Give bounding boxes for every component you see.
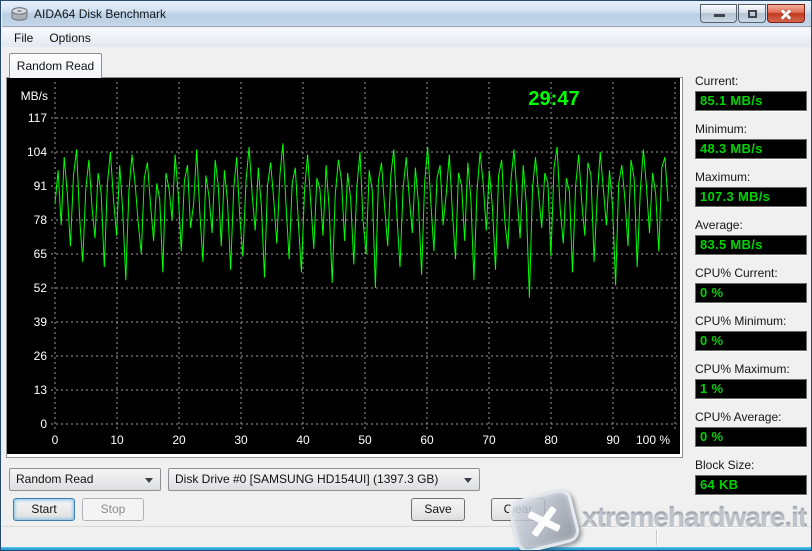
minimize-icon <box>714 14 725 17</box>
svg-text:30: 30 <box>234 433 248 447</box>
title-bar[interactable]: AIDA64 Disk Benchmark <box>2 1 811 27</box>
stat-value: 64 KB <box>695 475 807 495</box>
maximize-button[interactable] <box>738 4 766 23</box>
svg-text:70: 70 <box>482 433 496 447</box>
stat-value: 0 % <box>695 331 807 351</box>
chart-panel: 117 104 91 78 65 52 39 26 13 0 MB/s 0 10 20 30 40 50 60 70… <box>6 77 683 458</box>
window-bottom-edge <box>1 547 811 550</box>
start-button[interactable]: Start <box>13 498 75 521</box>
svg-text:MB/s: MB/s <box>21 89 48 103</box>
svg-text:60: 60 <box>420 433 434 447</box>
stat-label: CPU% Current: <box>695 266 807 280</box>
close-icon <box>781 9 792 20</box>
svg-text:13: 13 <box>34 383 48 397</box>
stat-maximum: Maximum: 107.3 MB/s <box>695 170 807 207</box>
stat-minimum: Minimum: 48.3 MB/s <box>695 122 807 159</box>
svg-text:40: 40 <box>296 433 310 447</box>
svg-text:10: 10 <box>110 433 124 447</box>
svg-text:0: 0 <box>52 433 59 447</box>
minimize-button[interactable] <box>700 4 737 23</box>
stat-current: Current: 85.1 MB/s <box>695 74 807 111</box>
maximize-icon <box>748 10 757 18</box>
svg-text:78: 78 <box>34 213 48 227</box>
tab-random-read[interactable]: Random Read <box>9 53 102 78</box>
svg-text:104: 104 <box>27 145 47 159</box>
svg-text:39: 39 <box>34 315 48 329</box>
statusbar-separator <box>656 530 657 545</box>
svg-text:91: 91 <box>34 179 48 193</box>
svg-text:100 %: 100 % <box>636 433 670 447</box>
stat-cpu-maximum: CPU% Maximum: 1 % <box>695 362 807 399</box>
stat-block-size: Block Size: 64 KB <box>695 458 807 495</box>
benchmark-chart-svg: 117 104 91 78 65 52 39 26 13 0 MB/s 0 10 20 30 40 50 60 70… <box>7 78 680 454</box>
menu-options[interactable]: Options <box>41 29 98 47</box>
svg-text:90: 90 <box>606 433 620 447</box>
disk-icon <box>11 7 28 21</box>
stat-cpu-average: CPU% Average: 0 % <box>695 410 807 447</box>
stat-value: 85.1 MB/s <box>695 91 807 111</box>
stat-value: 48.3 MB/s <box>695 139 807 159</box>
dropdown-arrow-icon <box>145 478 153 483</box>
stat-value: 107.3 MB/s <box>695 187 807 207</box>
stat-value: 1 % <box>695 379 807 399</box>
svg-text:29:47: 29:47 <box>528 88 579 110</box>
dropdown-arrow-icon <box>464 478 472 483</box>
stat-label: CPU% Maximum: <box>695 362 807 376</box>
window-title: AIDA64 Disk Benchmark <box>34 7 166 21</box>
save-button[interactable]: Save <box>411 498 465 521</box>
svg-text:65: 65 <box>34 247 48 261</box>
drive-select[interactable]: Disk Drive #0 [SAMSUNG HD154UI] (1397.3 … <box>168 468 480 491</box>
stat-label: Maximum: <box>695 170 807 184</box>
stat-value: 83.5 MB/s <box>695 235 807 255</box>
stat-value: 0 % <box>695 427 807 447</box>
stat-label: CPU% Average: <box>695 410 807 424</box>
stat-value: 0 % <box>695 283 807 303</box>
stat-cpu-current: CPU% Current: 0 % <box>695 266 807 303</box>
svg-text:0: 0 <box>40 417 47 431</box>
app-window: AIDA64 Disk Benchmark File Options Rando… <box>0 0 812 551</box>
stat-average: Average: 83.5 MB/s <box>695 218 807 255</box>
stat-label: CPU% Minimum: <box>695 314 807 328</box>
stat-label: Current: <box>695 74 807 88</box>
drive-value: Disk Drive #0 [SAMSUNG HD154UI] (1397.3 … <box>175 472 438 486</box>
svg-text:26: 26 <box>34 349 48 363</box>
stat-cpu-minimum: CPU% Minimum: 0 % <box>695 314 807 351</box>
stat-label: Block Size: <box>695 458 807 472</box>
svg-text:117: 117 <box>28 111 47 125</box>
close-button[interactable] <box>767 4 805 23</box>
menu-bar: File Options <box>2 28 811 47</box>
test-type-value: Random Read <box>16 472 93 486</box>
menu-file[interactable]: File <box>6 29 41 47</box>
svg-text:52: 52 <box>34 281 48 295</box>
clear-button[interactable]: Clear <box>491 498 545 521</box>
stat-label: Average: <box>695 218 807 232</box>
stat-label: Minimum: <box>695 122 807 136</box>
stats-panel: Current: 85.1 MB/s Minimum: 48.3 MB/s Ma… <box>695 74 807 506</box>
status-bar <box>2 526 811 547</box>
svg-text:50: 50 <box>358 433 372 447</box>
stop-button[interactable]: Stop <box>82 498 144 521</box>
chart-area: 117 104 91 78 65 52 39 26 13 0 MB/s 0 10 20 30 40 50 60 70… <box>7 78 680 454</box>
svg-text:80: 80 <box>544 433 558 447</box>
test-type-select[interactable]: Random Read <box>9 468 161 491</box>
svg-text:20: 20 <box>172 433 186 447</box>
